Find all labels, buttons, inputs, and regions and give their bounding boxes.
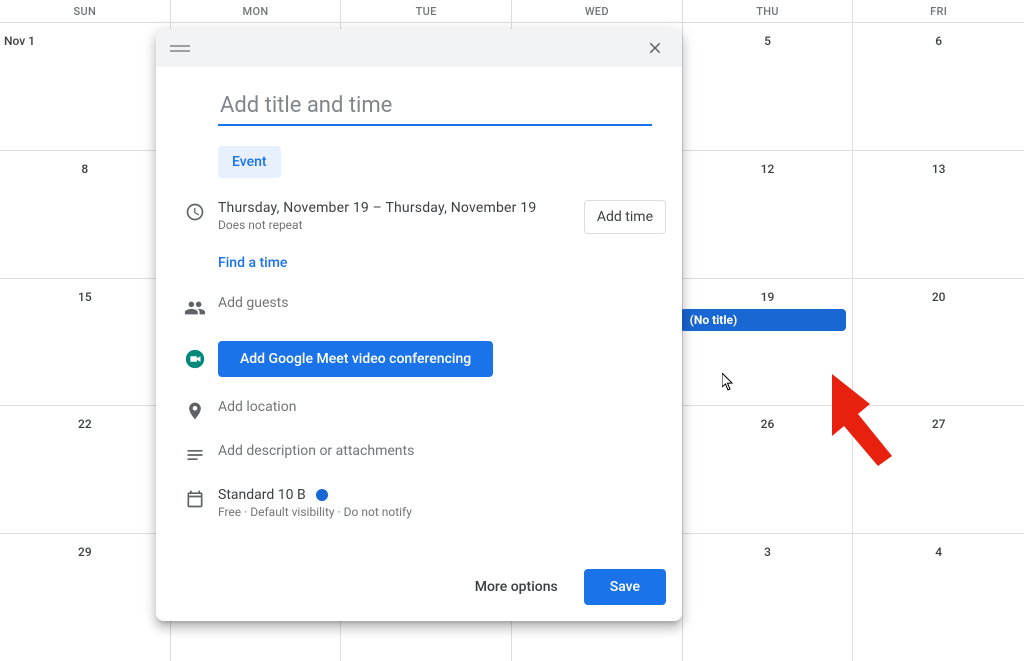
- day-cell[interactable]: 27: [853, 406, 1024, 533]
- day-header: TUE: [341, 0, 512, 22]
- clock-icon: [185, 202, 205, 222]
- day-number[interactable]: 20: [853, 290, 1024, 304]
- day-number[interactable]: 19: [683, 290, 853, 304]
- tab-event[interactable]: Event: [218, 146, 281, 178]
- day-cell[interactable]: 19 (No title): [683, 279, 854, 406]
- calendar-select[interactable]: Standard 10 B Free · Default visibility …: [218, 487, 666, 519]
- day-header: SUN: [0, 0, 171, 22]
- event-chip-label: (No title): [690, 313, 738, 327]
- add-location-field[interactable]: Add location: [218, 399, 666, 415]
- quick-create-dialog: Event Thursday, November 19 – Thursday, …: [156, 29, 682, 621]
- add-time-button[interactable]: Add time: [584, 200, 666, 234]
- day-number[interactable]: 15: [0, 290, 170, 304]
- day-number[interactable]: 6: [853, 34, 1024, 48]
- date-time-row: Thursday, November 19 – Thursday, Novemb…: [172, 200, 666, 234]
- save-button[interactable]: Save: [584, 569, 666, 605]
- notes-icon: [185, 445, 205, 465]
- day-cell[interactable]: 15: [0, 279, 171, 406]
- add-google-meet-button[interactable]: Add Google Meet video conferencing: [218, 341, 493, 377]
- day-cell[interactable]: 6: [853, 23, 1024, 150]
- event-type-tabs: Event: [218, 146, 666, 178]
- google-meet-icon: [184, 348, 206, 370]
- day-cell[interactable]: 26: [683, 406, 854, 533]
- drag-handle-icon[interactable]: [170, 41, 190, 55]
- day-number[interactable]: 8: [0, 162, 170, 176]
- day-cell[interactable]: 3: [683, 534, 854, 661]
- day-header-row: SUN MON TUE WED THU FRI: [0, 0, 1024, 22]
- day-number[interactable]: 26: [683, 417, 853, 431]
- date-separator: –: [369, 200, 385, 216]
- day-number[interactable]: Nov 1: [4, 34, 35, 48]
- calendar-name-label: Standard 10 B: [218, 487, 306, 503]
- day-cell[interactable]: 5: [683, 23, 854, 150]
- more-options-button[interactable]: More options: [467, 569, 566, 605]
- day-cell[interactable]: 29: [0, 534, 171, 661]
- add-description-field[interactable]: Add description or attachments: [218, 443, 666, 459]
- day-number[interactable]: 3: [683, 545, 853, 559]
- day-cell[interactable]: 8: [0, 151, 171, 278]
- day-number[interactable]: 29: [0, 545, 170, 559]
- date-display[interactable]: Thursday, November 19 – Thursday, Novemb…: [218, 200, 584, 232]
- day-cell[interactable]: Nov 1: [0, 23, 171, 150]
- find-a-time-link[interactable]: Find a time: [218, 255, 287, 271]
- people-icon: [184, 297, 206, 319]
- day-header: FRI: [853, 0, 1024, 22]
- calendar-sub-label: Free · Default visibility · Do not notif…: [218, 505, 666, 519]
- day-header: MON: [171, 0, 342, 22]
- calendar-icon: [185, 489, 205, 509]
- day-cell[interactable]: 12: [683, 151, 854, 278]
- day-header: WED: [512, 0, 683, 22]
- day-cell[interactable]: 13: [853, 151, 1024, 278]
- dialog-header[interactable]: [156, 29, 682, 67]
- day-number[interactable]: 5: [683, 34, 853, 48]
- day-header: THU: [683, 0, 854, 22]
- day-number[interactable]: 12: [683, 162, 853, 176]
- day-number[interactable]: 27: [853, 417, 1024, 431]
- day-number[interactable]: 13: [853, 162, 1024, 176]
- title-input[interactable]: [218, 91, 652, 126]
- day-cell[interactable]: 22: [0, 406, 171, 533]
- close-icon: [646, 39, 664, 57]
- end-date[interactable]: Thursday, November 19: [385, 200, 536, 216]
- location-pin-icon: [185, 401, 205, 421]
- add-guests-field[interactable]: Add guests: [218, 295, 666, 311]
- day-cell[interactable]: 4: [853, 534, 1024, 661]
- day-number[interactable]: 4: [853, 545, 1024, 559]
- dialog-body: Event Thursday, November 19 – Thursday, …: [156, 67, 682, 547]
- start-date[interactable]: Thursday, November 19: [218, 200, 369, 216]
- day-cell[interactable]: 20: [853, 279, 1024, 406]
- recurrence-text[interactable]: Does not repeat: [218, 218, 584, 232]
- dialog-actions: More options Save: [156, 547, 682, 621]
- event-chip[interactable]: (No title): [680, 309, 847, 331]
- close-button[interactable]: [638, 31, 672, 65]
- calendar-color-dot: [316, 489, 328, 501]
- day-number[interactable]: 22: [0, 417, 170, 431]
